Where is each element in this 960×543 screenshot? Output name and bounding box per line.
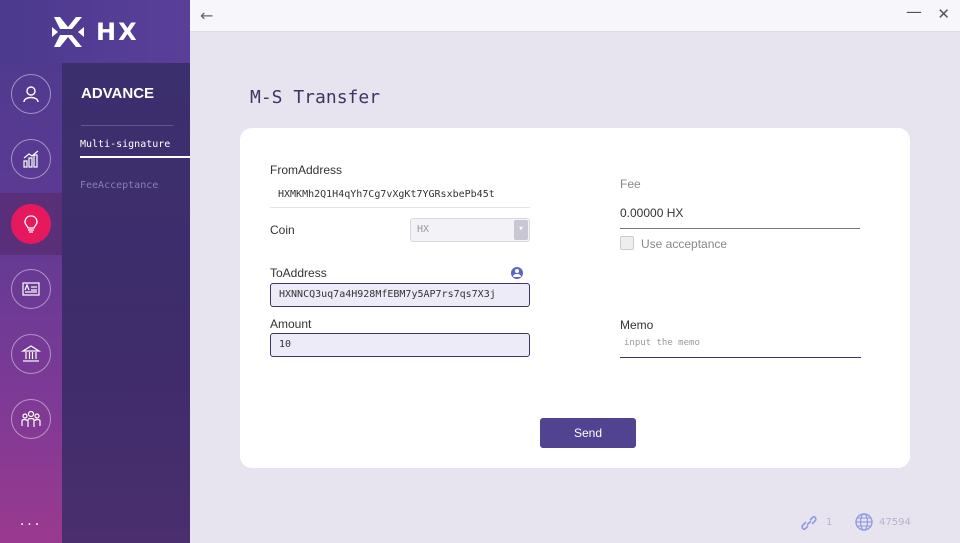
nav-account-button[interactable]	[0, 63, 62, 125]
nav-advance-button[interactable]	[0, 193, 62, 255]
nav-group-button[interactable]	[0, 388, 62, 450]
nav-rail: ...	[0, 0, 62, 543]
minimize-button[interactable]: —	[906, 2, 922, 21]
block-height: 47594	[879, 516, 911, 528]
submenu-item-multi-signature[interactable]: Multi-signature	[80, 139, 170, 150]
address-card-icon	[22, 282, 40, 296]
transfer-form-card: FromAddress HXMKMh2Q1H4qYh7Cg7vXgKt7YGRs…	[240, 128, 910, 468]
nav-chart-button[interactable]	[0, 128, 62, 190]
fee-field: 0.00000 HX	[620, 203, 860, 229]
submenu-selected-underline	[80, 156, 190, 158]
to-address-input[interactable]: HXNNCQ3uq7a4H928MfEBM7y5AP7rs7qs7X3j	[270, 283, 530, 307]
nav-contacts-button[interactable]	[0, 258, 62, 320]
to-address-label: ToAddress	[270, 266, 327, 280]
close-button[interactable]: ✕	[937, 5, 950, 23]
lightbulb-icon	[24, 215, 38, 233]
group-icon	[21, 410, 41, 427]
hx-logo-icon	[52, 16, 84, 47]
contact-book-icon[interactable]	[511, 267, 523, 279]
advance-submenu: ADVANCE Multi-signature FeeAcceptance	[62, 63, 190, 543]
submenu-divider	[81, 125, 173, 126]
bank-icon	[21, 345, 41, 362]
logo-text: HX	[96, 17, 139, 46]
submenu-item-fee-acceptance[interactable]: FeeAcceptance	[80, 180, 158, 191]
use-acceptance-label: Use acceptance	[641, 237, 728, 251]
chart-icon	[23, 150, 39, 168]
coin-select-value: HX	[417, 224, 430, 235]
from-address-field[interactable]: HXMKMh2Q1H4qYh7Cg7vXgKt7YGRsxbePb45t	[270, 181, 530, 208]
send-button[interactable]: Send	[540, 418, 636, 448]
fee-label: Fee	[620, 177, 641, 191]
memo-input[interactable]: input the memo	[620, 335, 861, 358]
globe-icon	[855, 513, 873, 531]
connection-status: 1	[798, 512, 832, 532]
network-status: 47594	[854, 512, 911, 532]
back-arrow-icon[interactable]: ←	[200, 6, 213, 25]
use-acceptance-checkbox[interactable]	[620, 236, 634, 250]
coin-label: Coin	[270, 223, 295, 237]
link-icon	[801, 516, 817, 530]
amount-label: Amount	[270, 317, 312, 331]
submenu-title: ADVANCE	[81, 85, 155, 102]
dropdown-arrow-icon[interactable]: ▾	[514, 220, 528, 240]
amount-input[interactable]: 10	[270, 333, 530, 357]
nav-bank-button[interactable]	[0, 323, 62, 385]
more-menu-button[interactable]: ...	[0, 513, 62, 529]
coin-select[interactable]: HX ▾	[410, 218, 530, 242]
from-address-label: FromAddress	[270, 163, 343, 177]
account-icon	[23, 86, 39, 103]
title-bar: ← — ✕	[190, 0, 960, 32]
logo-bar: HX	[0, 0, 190, 63]
connection-count: 1	[826, 516, 833, 528]
memo-label: Memo	[620, 318, 654, 332]
page-title: M-S Transfer	[250, 87, 381, 108]
